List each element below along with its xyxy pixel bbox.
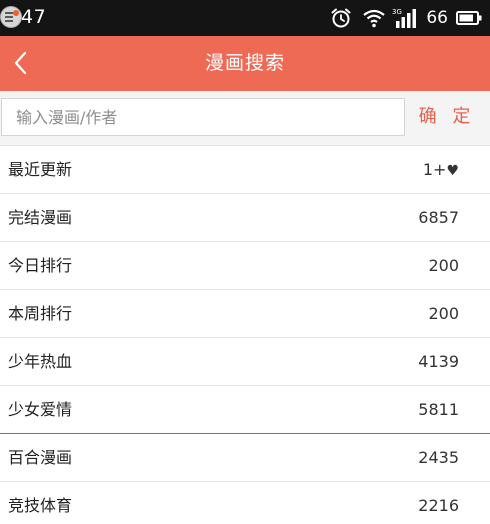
confirm-button[interactable]: 确 定: [412, 98, 482, 136]
wifi-icon: [363, 9, 386, 28]
list-item-count: 1+♥: [422, 160, 459, 179]
search-input[interactable]: [1, 98, 405, 136]
list-item-latest-updates[interactable]: 最近更新 1+♥: [0, 146, 490, 194]
list-item-sports[interactable]: 竞技体育 2216: [0, 482, 490, 524]
status-time: 47: [21, 6, 47, 28]
list-item-count: 2435: [418, 448, 459, 467]
network-type-label: 3G: [392, 8, 402, 16]
category-list: 最近更新 1+♥ 完结漫画 6857 今日排行 200 本周排行 200 少年热…: [0, 146, 490, 524]
list-item-label: 今日排行: [8, 256, 73, 275]
list-item-count: 200: [428, 256, 459, 275]
list-item-label: 完结漫画: [8, 208, 73, 227]
alarm-icon: [331, 8, 351, 28]
list-item-shonen[interactable]: 少年热血 4139: [0, 338, 490, 386]
list-item-count: 200: [428, 304, 459, 323]
list-item-count: 2216: [418, 496, 459, 515]
list-item-shojo[interactable]: 少女爱情 5811: [0, 386, 490, 434]
list-item-label: 竞技体育: [8, 496, 73, 515]
list-item-count: 5811: [418, 400, 459, 419]
list-item-yuri[interactable]: 百合漫画 2435: [0, 434, 490, 482]
signal-icon: 3G: [392, 8, 417, 28]
page-title: 漫画搜索: [204, 52, 285, 74]
battery-icon: [456, 11, 482, 25]
list-item-completed[interactable]: 完结漫画 6857: [0, 194, 490, 242]
status-bar: 47 3G 66: [0, 0, 490, 36]
list-item-daily-ranking[interactable]: 今日排行 200: [0, 242, 490, 290]
heart-icon: ♥: [446, 163, 459, 179]
list-item-label: 少女爱情: [8, 400, 73, 419]
list-item-count: 6857: [418, 208, 459, 227]
battery-level: 66: [426, 8, 448, 28]
title-bar: 漫画搜索: [0, 36, 490, 91]
search-bar: 确 定: [0, 91, 490, 146]
list-item-count: 4139: [418, 352, 459, 371]
list-item-label: 少年热血: [8, 352, 73, 371]
app-screen: 47 3G 66 漫画搜索 输入漫画/作者 确 定 最近更新 1+♥ 完结漫画 …: [0, 0, 490, 524]
list-item-label: 本周排行: [8, 304, 73, 323]
list-item-weekly-ranking[interactable]: 本周排行 200: [0, 290, 490, 338]
status-icons: 3G 66: [330, 4, 482, 32]
app-notification-icon: [0, 6, 22, 28]
list-item-label: 最近更新: [8, 160, 73, 179]
list-item-label: 百合漫画: [8, 448, 73, 467]
